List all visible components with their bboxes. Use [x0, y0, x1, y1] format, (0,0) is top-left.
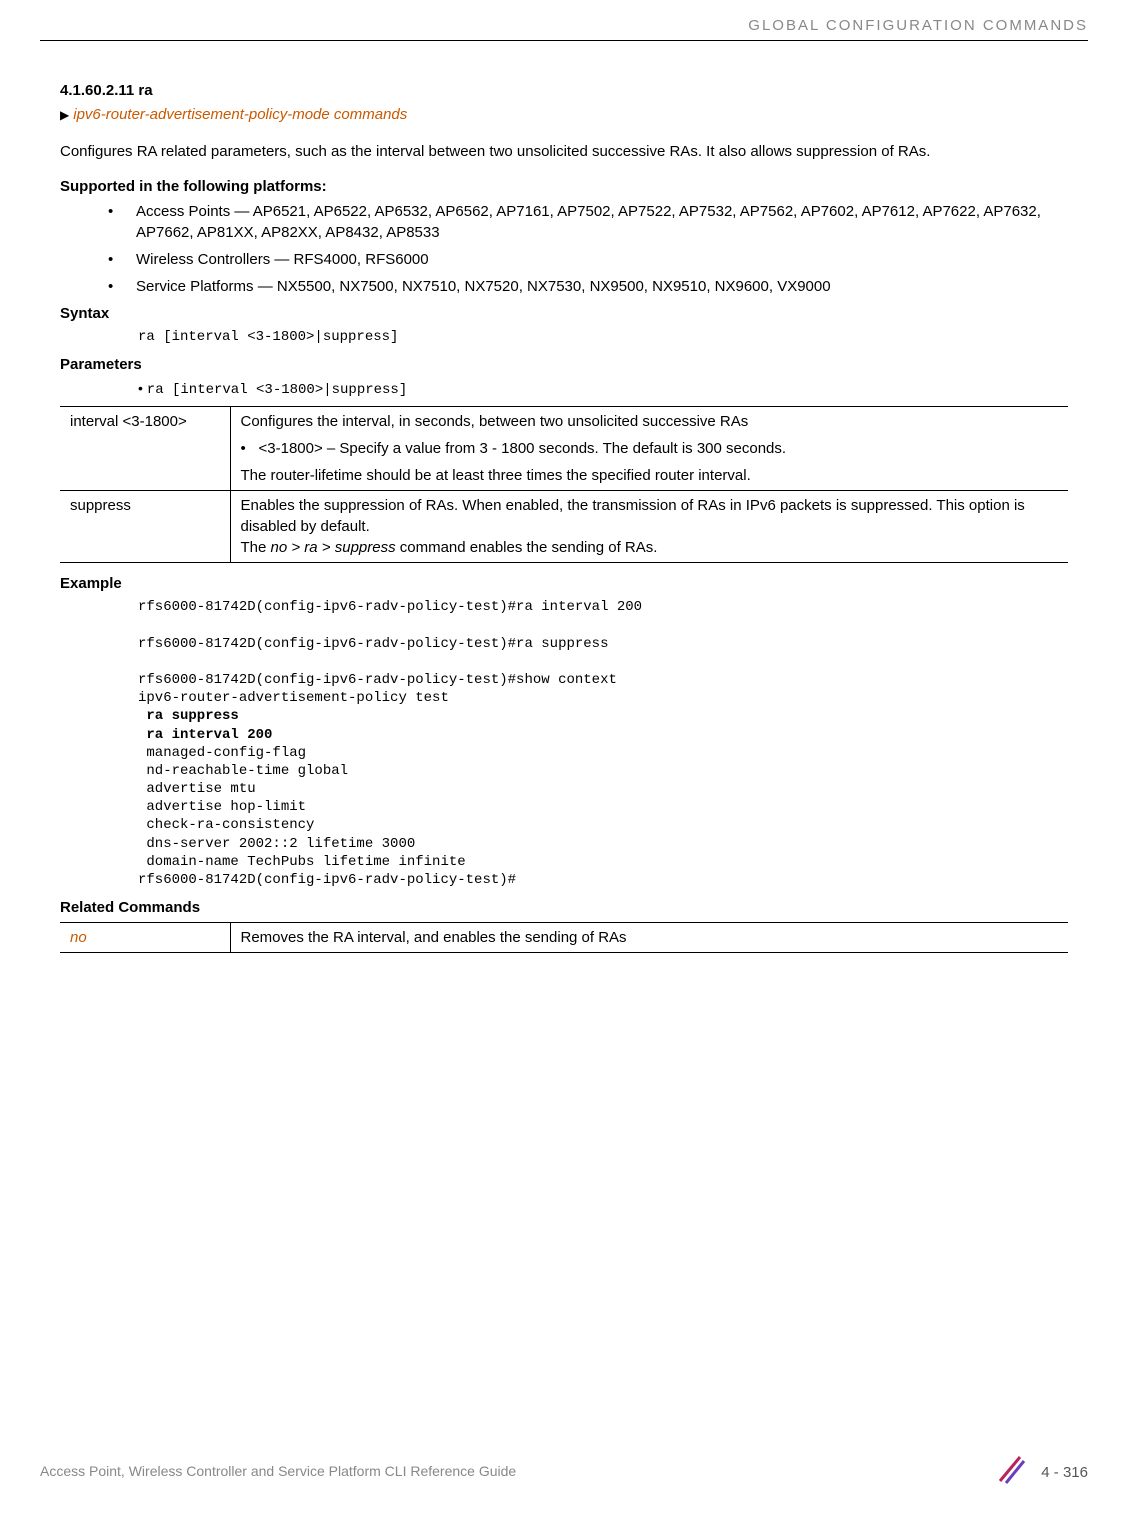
list-item: Wireless Controllers — RFS4000, RFS6000: [108, 249, 1068, 270]
subsection-link[interactable]: ▶ ipv6-router-advertisement-policy-mode c…: [60, 104, 1068, 125]
param-name-cell: interval <3-1800>: [60, 407, 230, 491]
page-content: 4.1.60.2.11 ra ▶ ipv6-router-advertisemen…: [60, 80, 1068, 963]
param-desc-cell: Configures the interval, in seconds, bet…: [230, 407, 1068, 491]
list-item: Access Points — AP6521, AP6522, AP6532, …: [108, 201, 1068, 243]
section-title: ra: [138, 82, 152, 99]
page-number: 4 - 316: [1041, 1462, 1088, 1483]
param-name-cell: suppress: [60, 491, 230, 563]
parameters-heading: Parameters: [60, 354, 1068, 375]
table-row: suppress Enables the suppression of RAs.…: [60, 491, 1068, 563]
syntax-heading: Syntax: [60, 303, 1068, 324]
section-number: 4.1.60.2.11: [60, 82, 134, 99]
syntax-code: ra [interval <3-1800>|suppress]: [60, 328, 1068, 348]
example-code-block: rfs6000-81742D(config-ipv6-radv-policy-t…: [60, 598, 1068, 889]
section-heading: 4.1.60.2.11 ra: [60, 80, 1068, 101]
related-cmd-cell[interactable]: no: [60, 923, 230, 953]
related-commands-table: no Removes the RA interval, and enables …: [60, 922, 1068, 953]
list-item: Service Platforms — NX5500, NX7500, NX75…: [108, 276, 1068, 297]
supported-heading: Supported in the following platforms:: [60, 176, 1068, 197]
footer-right: 4 - 316: [994, 1453, 1088, 1491]
slash-icon: [994, 1453, 1026, 1491]
intro-paragraph: Configures RA related parameters, such a…: [60, 141, 1068, 162]
parameters-table: interval <3-1800> Configures the interva…: [60, 406, 1068, 563]
running-header: GLOBAL CONFIGURATION COMMANDS: [748, 15, 1088, 36]
subsection-link-text: ipv6-router-advertisement-policy-mode co…: [73, 106, 407, 123]
param-desc-cell: Enables the suppression of RAs. When ena…: [230, 491, 1068, 563]
supported-platforms-list: Access Points — AP6521, AP6522, AP6532, …: [60, 201, 1068, 297]
arrow-icon: ▶: [60, 108, 69, 122]
page-footer: Access Point, Wireless Controller and Se…: [40, 1453, 1088, 1491]
related-desc-cell: Removes the RA interval, and enables the…: [230, 923, 1068, 953]
footer-title: Access Point, Wireless Controller and Se…: [40, 1462, 516, 1482]
header-rule: [40, 40, 1088, 41]
table-row: interval <3-1800> Configures the interva…: [60, 407, 1068, 491]
table-row: no Removes the RA interval, and enables …: [60, 923, 1068, 953]
desc-text: Enables the suppression of RAs. When ena…: [241, 495, 1059, 537]
desc-text: The router-lifetime should be at least t…: [241, 465, 1059, 486]
example-heading: Example: [60, 573, 1068, 594]
related-commands-heading: Related Commands: [60, 897, 1068, 918]
desc-bullet: <3-1800> – Specify a value from 3 - 1800…: [241, 438, 1059, 459]
parameters-bullet: ra [interval <3-1800>|suppress]: [60, 379, 1068, 401]
desc-text: The no > ra > suppress command enables t…: [241, 537, 1059, 558]
desc-text: Configures the interval, in seconds, bet…: [241, 411, 1059, 432]
